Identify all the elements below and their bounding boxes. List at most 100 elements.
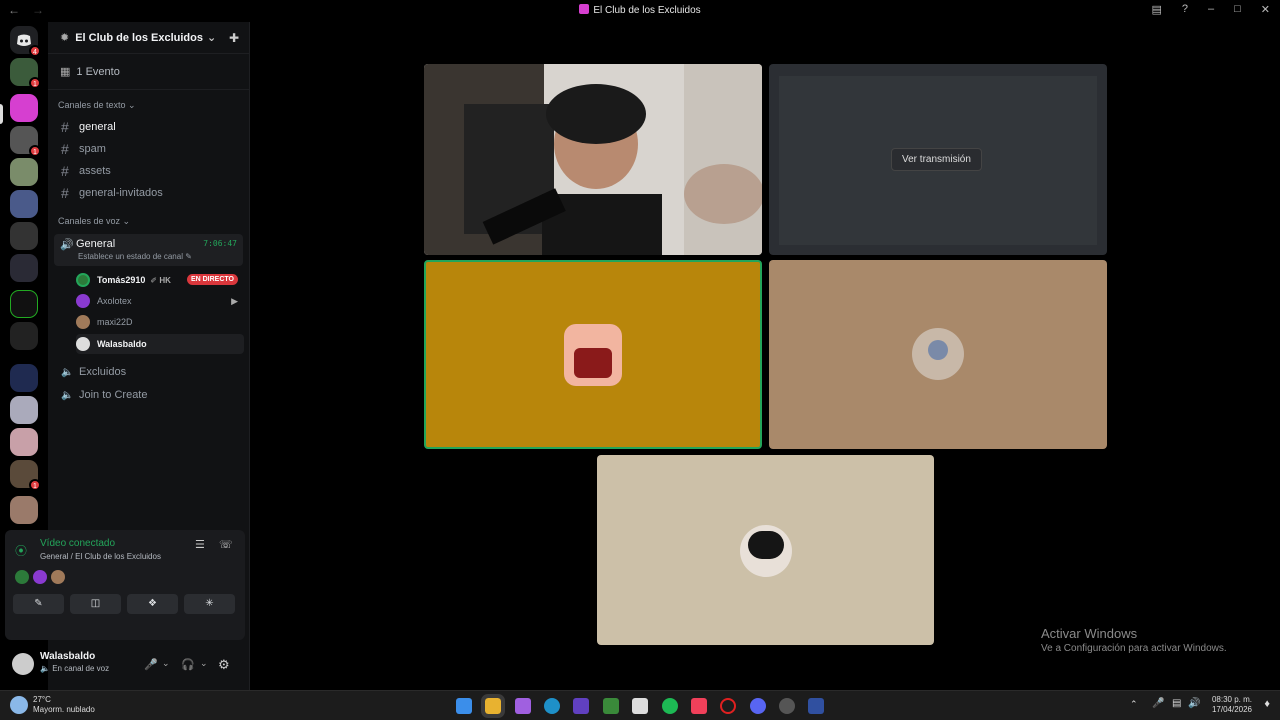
activities-button[interactable]: ❖ [127,594,178,614]
avatar [912,328,964,380]
network-icon[interactable]: ▤ [1172,698,1181,709]
microphone-icon[interactable]: 🎤 [144,658,158,671]
hash-icon: # [61,163,69,179]
category-voice[interactable]: Canales de voz ⌄ [48,216,249,230]
app-icon[interactable] [779,698,795,714]
server-icon[interactable] [10,158,38,186]
minimize-button[interactable]: – [1208,3,1214,16]
video-tile-webcam[interactable] [424,64,762,255]
noise-suppression-icon[interactable]: ☰ [195,538,205,551]
server-icon[interactable]: 1 [10,58,41,89]
weather-widget[interactable]: 27°C Mayorm. nublado [33,695,95,715]
channel-general-invitados[interactable]: # general-invitados [48,182,249,204]
server-icon [579,4,590,14]
opera-icon[interactable] [720,698,736,714]
window-title: El Club de los Excluidos [0,4,1280,16]
camera-off-button[interactable]: ✎ [13,594,64,614]
windows-start-icon[interactable] [456,698,472,714]
server-icon[interactable] [10,496,38,524]
events-link[interactable]: ▦ 1 Evento [48,54,249,90]
category-text[interactable]: Canales de texto ⌄ [48,100,249,114]
connection-status[interactable]: Vídeo conectado [40,538,115,549]
server-name: El Club de los Excluidos [75,31,203,44]
settings-gear-icon[interactable]: ⚙ [218,657,230,673]
system-clock[interactable]: 08:30 p. m. 17/04/2026 [1212,695,1252,715]
headphones-icon[interactable]: 🎧 [181,658,195,671]
minecraft-icon[interactable] [603,698,619,714]
channel-assets[interactable]: # assets [48,160,249,182]
voice-channel-join-to-create[interactable]: 🔈 Join to Create [48,384,248,406]
help-icon[interactable]: ? [1182,3,1188,16]
copilot-icon[interactable] [515,698,531,714]
connection-location: General / El Club de los Excluidos [40,552,161,561]
server-icon[interactable] [10,396,38,424]
spotify-icon[interactable] [662,698,678,714]
avatar [740,525,792,577]
watch-stream-button[interactable]: Ver transmisión [891,148,982,171]
video-grid: Ver transmisión [250,22,1280,690]
voice-user-maxi22d[interactable]: maxi22D [76,312,244,332]
video-tile-stream[interactable]: Ver transmisión [769,64,1107,255]
server-folder-icon[interactable] [10,254,38,282]
channel-spam[interactable]: # spam [48,138,249,160]
voice-user-tomas[interactable]: Tomás2910 ✐ HK EN DIRECTO [76,270,244,290]
voice-channel-general[interactable]: 🔊 General Establece un estado de canal ✎… [54,234,243,266]
camera-icon: ▶ [231,295,238,306]
video-tile-speaking[interactable] [424,260,762,449]
video-tile-user[interactable] [769,260,1107,449]
discord-taskbar-icon[interactable] [750,698,766,714]
voice-channel-excluidos[interactable]: 🔈 Excluidos [48,361,248,383]
store-bag-icon[interactable] [632,698,648,714]
avatar [564,324,622,386]
maximize-button[interactable]: □ [1234,3,1241,16]
calendar-icon: ▦ [60,66,71,78]
inbox-icon[interactable]: ▤ [1151,3,1161,16]
server-icon[interactable] [10,428,38,456]
voice-user-axolotex[interactable]: Axolotex ▶ [76,291,244,311]
edge-icon[interactable] [544,698,560,714]
disconnect-icon[interactable]: ☏ [219,538,233,551]
avatar[interactable] [12,653,34,675]
soundboard-button[interactable]: ✳ [184,594,235,614]
chevron-up-icon[interactable]: ⌃ [1130,699,1138,710]
channel-general[interactable]: # general [48,116,249,138]
voice-user-walasbaldo[interactable]: Walasbaldo [76,334,244,354]
volume-icon[interactable]: 🔊 [1188,698,1200,709]
server-icon[interactable] [10,222,38,250]
unread-badge: 1 [29,77,41,89]
avatar [15,570,29,584]
server-icon[interactable]: 1 [10,460,41,491]
folder-icon[interactable] [10,364,38,392]
unread-badge: 1 [29,479,41,491]
taskbar: 27°C Mayorm. nublado ⌃ 🎤 ▤ 🔊 08:30 p. m.… [0,690,1280,720]
server-icon[interactable] [10,290,38,318]
avatar [76,337,90,351]
store-icon[interactable] [573,698,589,714]
music-icon[interactable] [691,698,707,714]
app-icon[interactable] [808,698,824,714]
unread-badge: 4 [29,45,41,57]
server-header[interactable]: ✹ El Club de los Excluidos ⌄ ✚ [48,22,249,54]
window-controls: ▤ ? – □ ✕ [1151,3,1270,16]
user-status: 🔈 En canal de voz [40,664,110,673]
file-explorer-icon[interactable] [481,694,505,718]
server-icon[interactable] [10,190,38,218]
invite-user-icon[interactable]: ✚ [229,31,239,45]
username[interactable]: Walasbaldo [40,651,95,662]
unread-badge: 1 [29,145,41,157]
chevron-down-icon[interactable]: ⌄ [162,658,170,669]
channel-status-hint[interactable]: Establece un estado de canal ✎ [78,252,192,261]
notifications-bell-icon[interactable]: ♦ [1264,698,1270,710]
server-icon[interactable] [10,322,38,350]
video-tile-user[interactable] [597,455,934,645]
speaker-icon: 🔈 [61,389,74,401]
hash-icon: # [61,185,69,201]
screen-share-button[interactable]: ◫ [70,594,121,614]
microphone-icon[interactable]: 🎤 [1152,698,1164,709]
discord-home-icon[interactable]: 4 [10,26,41,57]
server-icon[interactable]: 1 [10,126,41,157]
chevron-down-icon[interactable]: ⌄ [200,658,208,669]
server-icon-active[interactable] [10,94,38,122]
close-button[interactable]: ✕ [1261,3,1270,16]
selected-server-pill [0,104,3,124]
